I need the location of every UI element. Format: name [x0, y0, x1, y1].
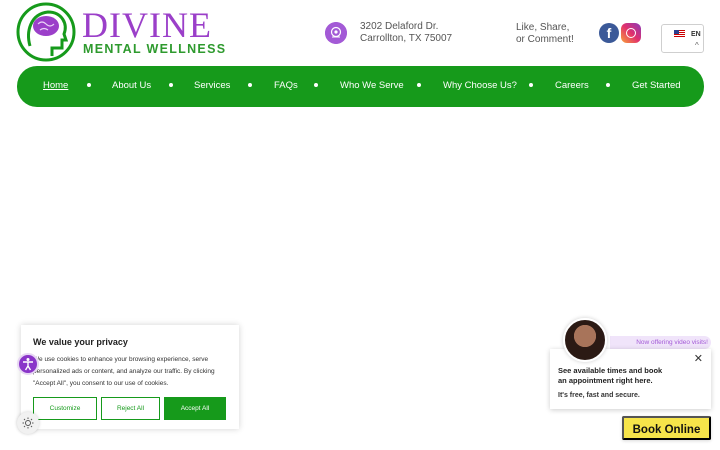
booking-subtext: It's free, fast and secure.	[558, 392, 640, 399]
cookie-customize-button[interactable]: Customize	[33, 397, 97, 420]
social-prompt: Like, Share, or Comment!	[516, 22, 574, 46]
cookie-text: We use cookies to enhance your browsing …	[33, 356, 215, 387]
nav-separator	[248, 83, 252, 87]
accessibility-icon[interactable]	[17, 353, 39, 375]
nav-separator	[314, 83, 318, 87]
social-prompt-line-1: Like, Share,	[516, 22, 570, 33]
nav-get-started[interactable]: Get Started	[632, 80, 681, 91]
video-visits-pill: Now offering video visits!	[610, 336, 711, 349]
cookie-reject-button[interactable]: Reject All	[101, 397, 160, 420]
main-nav: Home About Us Services FAQs Who We Serve…	[17, 66, 704, 107]
provider-avatar	[563, 318, 607, 362]
language-selector[interactable]: EN ^	[661, 24, 704, 53]
facebook-icon[interactable]: f	[599, 23, 619, 43]
social-prompt-line-2: or Comment!	[516, 34, 574, 45]
chevron-up-icon: ^	[695, 41, 699, 50]
nav-about-us[interactable]: About Us	[112, 80, 151, 91]
nav-separator	[169, 83, 173, 87]
booking-line-1: See available times and book	[558, 366, 663, 375]
nav-separator	[417, 83, 421, 87]
sun-icon	[22, 417, 34, 429]
nav-home[interactable]: Home	[43, 80, 68, 91]
booking-line-2: an appointment right here.	[558, 376, 653, 385]
brand-subtitle: MENTAL WELLNESS	[83, 42, 227, 56]
nav-separator	[87, 83, 91, 87]
cookie-accept-button[interactable]: Accept All	[164, 397, 226, 420]
nav-why-choose-us[interactable]: Why Choose Us?	[443, 80, 517, 91]
nav-separator	[606, 83, 610, 87]
nav-careers[interactable]: Careers	[555, 80, 589, 91]
address[interactable]: 3202 Delaford Dr. Carrollton, TX 75007	[360, 21, 452, 45]
address-line-1: 3202 Delaford Dr.	[360, 21, 439, 32]
book-online-button[interactable]: Book Online	[622, 416, 711, 440]
nav-who-we-serve[interactable]: Who We Serve	[340, 80, 404, 91]
brand-title: DIVINE	[82, 5, 212, 45]
site-logo[interactable]: DIVINE MENTAL WELLNESS	[16, 2, 226, 64]
instagram-icon[interactable]	[621, 23, 641, 43]
us-flag-icon	[674, 30, 685, 37]
close-icon[interactable]: ✕	[694, 352, 703, 365]
theme-toggle-icon[interactable]	[17, 412, 39, 434]
nav-services[interactable]: Services	[194, 80, 230, 91]
address-line-2: Carrollton, TX 75007	[360, 33, 453, 44]
nav-separator	[529, 83, 533, 87]
language-code: EN	[691, 31, 701, 38]
nav-faqs[interactable]: FAQs	[274, 80, 298, 91]
brain-head-logo-icon	[16, 2, 76, 62]
location-pin-icon	[325, 22, 347, 44]
cookie-consent-banner: We value your privacy We use cookies to …	[21, 325, 239, 429]
page: DIVINE MENTAL WELLNESS 3202 Delaford Dr.…	[0, 0, 720, 450]
accessibility-figure-icon	[23, 358, 33, 371]
cookie-title: We value your privacy	[33, 337, 128, 347]
